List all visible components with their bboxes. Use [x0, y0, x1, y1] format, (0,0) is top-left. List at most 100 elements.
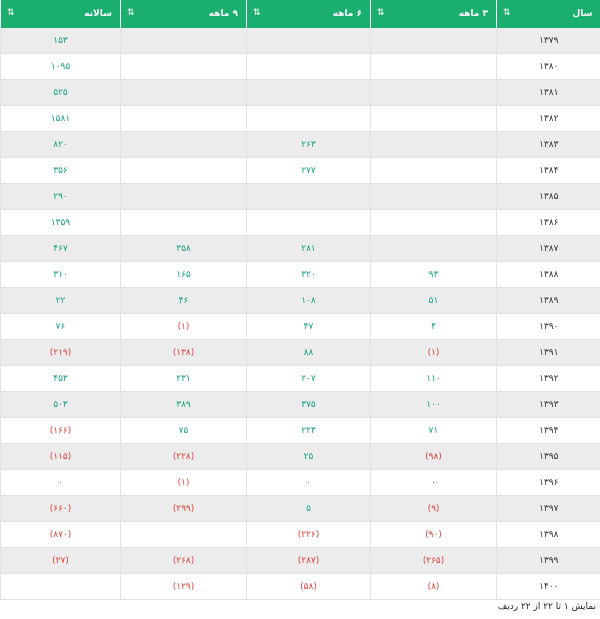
year-cell: ۱۴۰۰ [496, 573, 600, 600]
value-cell-annual: ۳۵۶ [0, 157, 121, 184]
year-cell: ۱۳۹۳ [496, 391, 600, 418]
value-cell-annual: (۱۱۵) [0, 443, 121, 470]
value-cell-q6 [246, 79, 371, 106]
data-table-widget: سال ⇅ ۳ ماهه ⇅ ۶ ماهه ⇅ ۹ ماهه ⇅ سالانه [0, 0, 600, 619]
value-cell-q6 [246, 28, 371, 54]
value-cell-q3: (۱) [370, 339, 497, 366]
value-cell-q3: (۹) [370, 495, 497, 522]
value-cell-q3: ۷۱ [370, 417, 497, 444]
year-cell: ۱۳۸۰ [496, 53, 600, 80]
value-cell-annual: ۴۶۷ [0, 235, 121, 262]
column-header-label: ۹ ماهه [208, 9, 238, 19]
value-cell-q9: ۴۶ [120, 287, 247, 314]
sort-arrows-icon[interactable]: ⇅ [503, 8, 510, 18]
value-cell-q6: ۵ [246, 495, 371, 522]
table-row: ۱۳۹۴ ۷۱ ۲۲۳ ۷۵ (۱۶۶) [0, 417, 600, 444]
value-cell-q9 [120, 131, 247, 158]
table-row: ۱۳۸۵ ۲۹۰ [0, 183, 600, 210]
table-row: ۱۳۹۹ (۲۶۵) (۲۸۷) (۲۶۸) (۲۷) [0, 547, 600, 574]
value-cell-q9: (۲۶۸) [120, 547, 247, 574]
year-cell: ۱۳۹۵ [496, 443, 600, 470]
value-cell-q3 [370, 157, 497, 184]
value-cell-q3: ۰ [370, 469, 497, 496]
sort-arrows-icon[interactable]: ⇅ [377, 8, 384, 18]
value-cell-q9: ۷۵ [120, 417, 247, 444]
table-row: ۱۳۸۴ ۲۷۷ ۳۵۶ [0, 157, 600, 184]
value-cell-q9 [120, 79, 247, 106]
sort-arrows-icon[interactable]: ⇅ [253, 8, 260, 18]
value-cell-q6: ۰ [246, 469, 371, 496]
table-row: ۱۴۰۰ (۸) (۵۸) (۱۲۹) [0, 573, 600, 600]
year-cell: ۱۳۹۸ [496, 521, 600, 548]
table-row: ۱۳۸۰ ۱۰۹۵ [0, 53, 600, 80]
value-cell-annual: (۱۶۶) [0, 417, 121, 444]
table-row: ۱۳۸۹ ۵۱ ۱۰۸ ۴۶ ۲۲ [0, 287, 600, 314]
value-cell-q3: ۱۱۰ [370, 365, 497, 392]
value-cell-q9: (۲۲۸) [120, 443, 247, 470]
value-cell-q3: (۹۰) [370, 521, 497, 548]
value-cell-annual: ۱۵۸۱ [0, 105, 121, 132]
value-cell-annual: ۸۲۰ [0, 131, 121, 158]
value-cell-q6: ۲۸۱ [246, 235, 371, 262]
value-cell-q6: (۲۲۶) [246, 521, 371, 548]
value-cell-q9 [120, 105, 247, 132]
value-cell-annual [0, 573, 121, 600]
value-cell-q9: ۳۸۹ [120, 391, 247, 418]
column-header-annual[interactable]: سالانه ⇅ [0, 0, 121, 28]
column-header-3-month[interactable]: ۳ ماهه ⇅ [370, 0, 497, 28]
value-cell-q3 [370, 79, 497, 106]
value-cell-q6: (۵۸) [246, 573, 371, 600]
value-cell-q9 [120, 53, 247, 80]
value-cell-q6: ۲۰۷ [246, 365, 371, 392]
value-cell-q3: (۲۶۵) [370, 547, 497, 574]
column-header-year[interactable]: سال ⇅ [496, 0, 600, 28]
value-cell-q3 [370, 53, 497, 80]
value-cell-q3: (۸) [370, 573, 497, 600]
value-cell-annual: ۱۳۵۹ [0, 209, 121, 236]
value-cell-annual: ۷۶ [0, 313, 121, 340]
table-header-row: سال ⇅ ۳ ماهه ⇅ ۶ ماهه ⇅ ۹ ماهه ⇅ سالانه [0, 0, 600, 28]
table-row: ۱۳۸۶ ۱۳۵۹ [0, 209, 600, 236]
column-header-label: ۳ ماهه [458, 9, 488, 19]
value-cell-annual: ۴۵۳ [0, 365, 121, 392]
value-cell-annual: ۲۲ [0, 287, 121, 314]
value-cell-q3: ۹۳ [370, 261, 497, 288]
value-cell-q3 [370, 105, 497, 132]
table-row: ۱۳۸۷ ۲۸۱ ۳۵۸ ۴۶۷ [0, 235, 600, 262]
column-header-6-month[interactable]: ۶ ماهه ⇅ [246, 0, 371, 28]
value-cell-q9: (۱۳۸) [120, 339, 247, 366]
year-cell: ۱۳۸۶ [496, 209, 600, 236]
table-row: ۱۳۸۸ ۹۳ ۳۲۰ ۱۶۵ ۳۱۰ [0, 261, 600, 288]
table-row: ۱۳۸۳ ۲۶۳ ۸۲۰ [0, 131, 600, 158]
year-cell: ۱۳۸۹ [496, 287, 600, 314]
value-cell-q9: ۲۳۱ [120, 365, 247, 392]
value-cell-annual: (۶۶۰) [0, 495, 121, 522]
year-cell: ۱۳۸۵ [496, 183, 600, 210]
value-cell-q6: ۱۰۸ [246, 287, 371, 314]
value-cell-annual: (۲۱۹) [0, 339, 121, 366]
value-cell-q6: ۲۷۷ [246, 157, 371, 184]
value-cell-q6: ۳۲۰ [246, 261, 371, 288]
value-cell-annual: (۲۷) [0, 547, 121, 574]
table-row: ۱۳۹۵ (۹۸) ۲۵ (۲۲۸) (۱۱۵) [0, 443, 600, 470]
value-cell-q9: (۱) [120, 313, 247, 340]
sort-arrows-icon[interactable]: ⇅ [127, 8, 134, 18]
value-cell-q3: ۴ [370, 313, 497, 340]
value-cell-annual: ۰ [0, 469, 121, 496]
value-cell-q9: (۱۲۹) [120, 573, 247, 600]
sort-arrows-icon[interactable]: ⇅ [7, 8, 14, 18]
year-cell: ۱۳۷۹ [496, 28, 600, 54]
value-cell-q6 [246, 53, 371, 80]
column-header-9-month[interactable]: ۹ ماهه ⇅ [120, 0, 247, 28]
value-cell-q3 [370, 209, 497, 236]
year-cell: ۱۳۸۴ [496, 157, 600, 184]
value-cell-q3 [370, 183, 497, 210]
column-header-label: سال [572, 9, 593, 19]
value-cell-annual: ۱۵۳ [0, 28, 121, 54]
year-cell: ۱۳۹۴ [496, 417, 600, 444]
value-cell-annual: ۵۲۵ [0, 79, 121, 106]
value-cell-q6: (۲۸۷) [246, 547, 371, 574]
value-cell-q9: ۳۵۸ [120, 235, 247, 262]
year-cell: ۱۳۹۹ [496, 547, 600, 574]
table-row: ۱۳۹۳ ۱۰۰ ۳۷۵ ۳۸۹ ۵۰۳ [0, 391, 600, 418]
